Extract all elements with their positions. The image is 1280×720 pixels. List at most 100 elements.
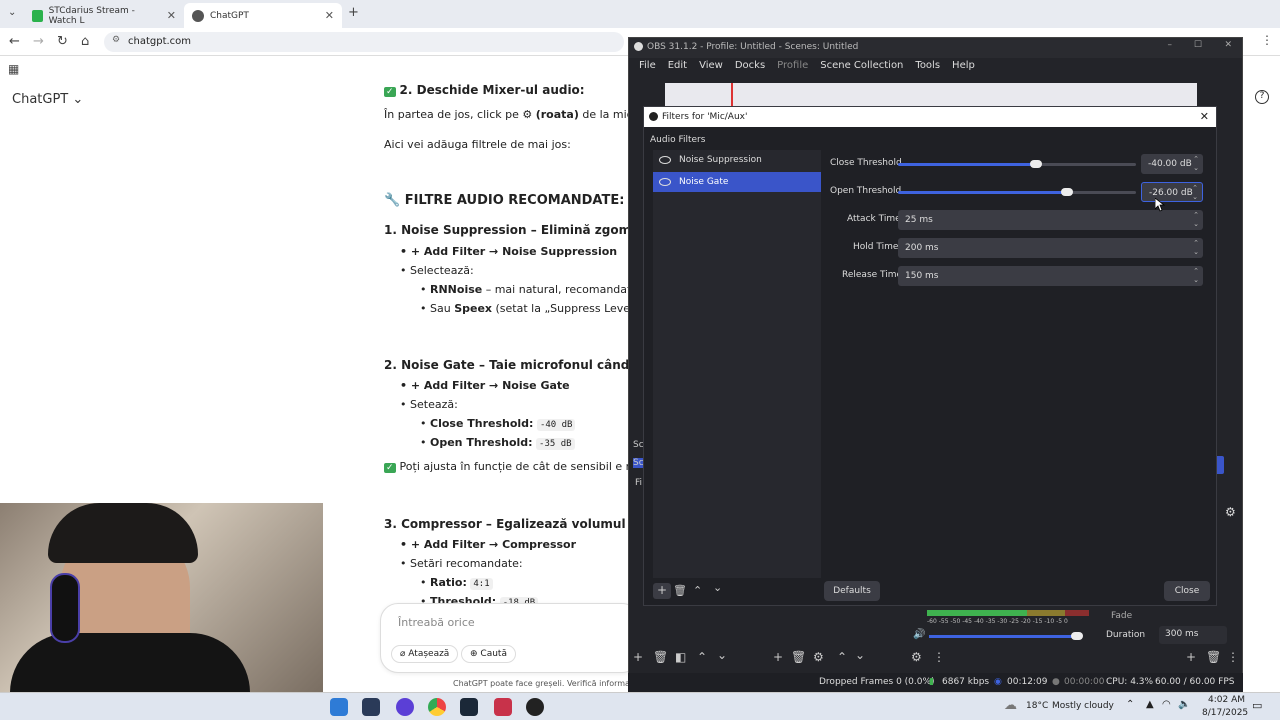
volume-slider[interactable]: [929, 632, 1083, 640]
tab-label: ChatGPT: [210, 10, 249, 21]
add-icon[interactable]: +: [633, 650, 643, 664]
close-icon[interactable]: ✕: [317, 9, 334, 22]
close-threshold-slider[interactable]: [898, 160, 1136, 168]
menu-icon[interactable]: ⋮: [933, 650, 945, 664]
move-down-icon[interactable]: ⌄: [713, 581, 722, 594]
menu-tools[interactable]: Tools: [909, 58, 946, 76]
globe-icon: ⊕: [470, 649, 478, 659]
close-icon[interactable]: ✕: [159, 9, 176, 22]
app-icon[interactable]: [494, 698, 512, 716]
mixer-settings-icon[interactable]: ⚙: [911, 650, 922, 664]
speaker-icon[interactable]: 🔊: [913, 629, 925, 640]
forward-icon[interactable]: →: [33, 34, 44, 49]
mail-icon[interactable]: [362, 698, 380, 716]
defaults-button[interactable]: Defaults: [824, 581, 880, 601]
menu-scene-collection[interactable]: Scene Collection: [814, 58, 909, 76]
chrome-icon[interactable]: [428, 698, 446, 716]
obs-icon[interactable]: [526, 698, 544, 716]
home-icon[interactable]: ⌂: [81, 34, 89, 49]
eye-icon[interactable]: [659, 178, 671, 186]
filter-item-noise-suppression[interactable]: Noise Suppression: [653, 150, 821, 170]
apps-icon[interactable]: ▦: [8, 62, 19, 76]
down-icon[interactable]: ⌄: [855, 648, 865, 662]
slider-knob[interactable]: [1030, 160, 1043, 168]
open-threshold-input[interactable]: -26.00 dB ⌃ ⌄: [1141, 182, 1203, 202]
menu-help[interactable]: Help: [946, 58, 981, 76]
settings-gear-icon[interactable]: ⚙: [1225, 505, 1236, 519]
menu-file[interactable]: File: [633, 58, 662, 76]
filters-label: Fi: [635, 478, 643, 488]
minimize-icon[interactable]: –: [1168, 40, 1173, 50]
network-icon[interactable]: ▲: [1146, 699, 1154, 710]
close-threshold-input[interactable]: -40.00 dB ⌃ ⌄: [1141, 154, 1203, 174]
slider-knob[interactable]: [1060, 188, 1073, 196]
tray-chevron-icon[interactable]: ⌃: [1126, 699, 1134, 710]
up-icon[interactable]: ⌃: [697, 650, 707, 664]
tab-label: STCdarius Stream - Watch L: [48, 5, 135, 26]
up-icon[interactable]: ⌃: [837, 650, 847, 664]
eye-icon[interactable]: [659, 156, 671, 164]
menu-edit[interactable]: Edit: [662, 58, 693, 76]
spin-arrows-icon: ⌃ ⌄: [1193, 267, 1199, 284]
subsection-heading: 1. Noise Suppression – Elimină zgomotul …: [384, 223, 630, 237]
back-icon[interactable]: ←: [9, 34, 20, 49]
clock-time[interactable]: 4:02 AM: [1208, 695, 1245, 705]
move-up-icon[interactable]: ⌃: [693, 584, 702, 597]
attack-time-input[interactable]: 25 ms ⌃ ⌄: [898, 210, 1203, 230]
transition-select[interactable]: Fade: [1111, 611, 1132, 621]
search-button[interactable]: ⊕ Caută: [461, 645, 516, 663]
url-field[interactable]: ⚙ chatgpt.com: [104, 32, 624, 52]
menu-view[interactable]: View: [693, 58, 729, 76]
wifi-icon[interactable]: ◠: [1162, 699, 1171, 710]
volume-icon[interactable]: 🔈: [1178, 699, 1190, 710]
trash-icon[interactable]: 🗑: [673, 584, 687, 597]
notification-icon[interactable]: ▭: [1252, 699, 1262, 712]
tab-list-chevron-icon[interactable]: ⌄: [8, 7, 16, 18]
filter-item-noise-gate[interactable]: Noise Gate: [653, 172, 821, 192]
app-icon[interactable]: [396, 698, 414, 716]
attach-button[interactable]: ⌀ Atașează: [391, 645, 459, 663]
new-tab-button[interactable]: +: [348, 5, 359, 20]
close-icon[interactable]: ✕: [1200, 110, 1209, 123]
menu-icon[interactable]: ⋮: [1227, 650, 1239, 664]
menu-profile[interactable]: Profile: [771, 58, 814, 76]
add-filter-button[interactable]: +: [653, 583, 671, 599]
gear-icon[interactable]: ⚙: [813, 650, 824, 664]
down-icon[interactable]: ⌄: [717, 648, 727, 662]
add-icon[interactable]: +: [773, 650, 783, 664]
store-icon[interactable]: [330, 698, 348, 716]
maximize-icon[interactable]: ☐: [1194, 40, 1202, 50]
hold-time-input[interactable]: 200 ms ⌃ ⌄: [898, 238, 1203, 258]
reload-icon[interactable]: ↻: [57, 34, 68, 49]
trash-icon[interactable]: 🗑: [653, 650, 668, 664]
model-selector[interactable]: ChatGPT ⌄: [12, 92, 83, 107]
trash-icon[interactable]: 🗑: [791, 650, 806, 664]
site-info-icon[interactable]: ⚙: [112, 35, 120, 45]
dropped-frames: Dropped Frames 0 (0.0%): [819, 677, 935, 687]
spin-arrows-icon: ⌃ ⌄: [1192, 184, 1198, 201]
menu-icon[interactable]: ⋮: [1261, 33, 1273, 47]
prompt-input[interactable]: Întreabă orice: [398, 616, 475, 629]
filter-icon[interactable]: ◧: [675, 650, 686, 664]
add-icon[interactable]: +: [1186, 650, 1196, 664]
menu-docks[interactable]: Docks: [729, 58, 771, 76]
obs-logo-icon: [634, 42, 643, 51]
tab-chatgpt[interactable]: ChatGPT ✕: [184, 3, 342, 28]
close-icon[interactable]: ✕: [1224, 40, 1232, 50]
paperclip-icon: ⌀: [400, 649, 406, 659]
tab-stcdarius[interactable]: STCdarius Stream - Watch L ✕: [24, 3, 184, 28]
close-button[interactable]: Close: [1164, 581, 1210, 601]
weather-desc[interactable]: Mostly cloudy: [1052, 701, 1114, 711]
mouse-cursor-icon: [1155, 198, 1165, 212]
meter-yellow: [1027, 610, 1065, 616]
steam-icon[interactable]: [460, 698, 478, 716]
open-threshold-slider[interactable]: [898, 188, 1136, 196]
trash-icon[interactable]: 🗑: [1206, 650, 1221, 664]
release-time-input[interactable]: 150 ms ⌃ ⌄: [898, 266, 1203, 286]
help-icon[interactable]: ?: [1255, 90, 1269, 104]
volume-knob[interactable]: [1071, 632, 1083, 640]
duration-input[interactable]: 300 ms: [1159, 626, 1227, 644]
weather-icon: ☁: [1004, 698, 1017, 713]
clock-date[interactable]: 8/17/2025: [1202, 708, 1248, 718]
weather-temp[interactable]: 18°C: [1026, 701, 1048, 711]
